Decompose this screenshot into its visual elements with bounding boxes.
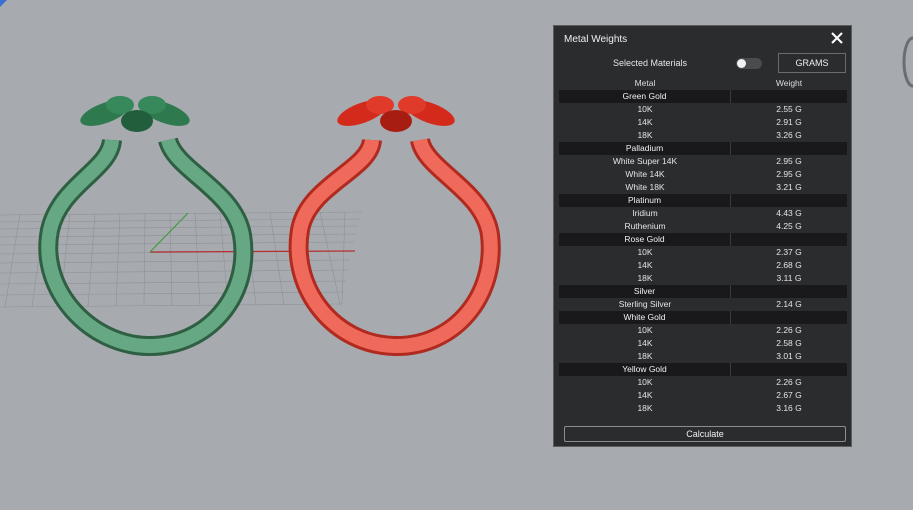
metal-cell: 14K [637, 338, 653, 348]
group-name: Silver [559, 285, 731, 298]
metal-cell: 10K [637, 377, 653, 387]
weight-cell: 2.68 G [776, 260, 802, 270]
metal-cell: 18K [637, 403, 653, 413]
toggle-knob [737, 59, 746, 68]
weight-cell: 2.26 G [776, 325, 802, 335]
selected-materials-label: Selected Materials [613, 58, 688, 68]
metal-cell: 10K [637, 247, 653, 257]
table-row: 18K 3.26 G [559, 129, 847, 142]
weight-cell: 3.26 G [776, 130, 802, 140]
weight-cell: 3.16 G [776, 403, 802, 413]
table-row: White 14K 2.95 G [559, 168, 847, 181]
group-name: Yellow Gold [559, 363, 731, 376]
group-name: White Gold [559, 311, 731, 324]
metal-cell: 14K [637, 260, 653, 270]
weight-cell: 2.91 G [776, 117, 802, 127]
table-row: 18K 3.01 G [559, 350, 847, 363]
metal-cell: Ruthenium [624, 221, 666, 231]
weight-cell: 3.01 G [776, 351, 802, 361]
table-group-row: Yellow Gold [559, 363, 847, 376]
weight-cell: 2.95 G [776, 169, 802, 179]
units-button[interactable]: GRAMS [778, 53, 846, 73]
table-row: White Super 14K 2.95 G [559, 155, 847, 168]
table-row: 10K 2.26 G [559, 324, 847, 337]
metal-cell: 18K [637, 351, 653, 361]
table-group-row: Platinum [559, 194, 847, 207]
calculate-button[interactable]: Calculate [564, 426, 846, 442]
weight-cell: 2.58 G [776, 338, 802, 348]
partial-ring-model[interactable] [902, 36, 913, 88]
metal-cell: White Super 14K [612, 156, 678, 166]
weight-cell: 3.11 G [776, 273, 802, 283]
table-row: Ruthenium 4.25 G [559, 220, 847, 233]
table-row: 18K 3.16 G [559, 402, 847, 415]
table-group-row: Green Gold [559, 90, 847, 103]
metal-cell: 10K [637, 104, 653, 114]
table-group-row: Silver [559, 285, 847, 298]
table-row: Iridium 4.43 G [559, 207, 847, 220]
metal-cell: White 18K [625, 182, 665, 192]
table-row: 10K 2.37 G [559, 246, 847, 259]
table-row: 10K 2.26 G [559, 376, 847, 389]
table-row: 14K 2.67 G [559, 389, 847, 402]
table-row: 14K 2.58 G [559, 337, 847, 350]
weight-cell: 4.43 G [776, 208, 802, 218]
table-group-row: Palladium [559, 142, 847, 155]
column-header-metal: Metal [634, 78, 656, 88]
weight-cell: 2.67 G [776, 390, 802, 400]
weight-cell: 2.37 G [776, 247, 802, 257]
table-row: 14K 2.91 G [559, 116, 847, 129]
weight-cell: 2.55 G [776, 104, 802, 114]
table-row: 10K 2.55 G [559, 103, 847, 116]
group-name: Green Gold [559, 90, 731, 103]
group-name: Platinum [559, 194, 731, 207]
column-header-weight: Weight [775, 78, 803, 88]
table-row: 18K 3.11 G [559, 272, 847, 285]
weight-cell: 2.14 G [776, 299, 802, 309]
table-row: 14K 2.68 G [559, 259, 847, 272]
panel-header: Metal Weights [554, 26, 851, 52]
group-name: Palladium [559, 142, 731, 155]
weight-cell: 4.25 G [776, 221, 802, 231]
red-ring-model[interactable] [288, 95, 501, 357]
table-group-row: White Gold [559, 311, 847, 324]
group-name: Rose Gold [559, 233, 731, 246]
metal-cell: White 14K [625, 169, 665, 179]
weight-cell: 2.95 G [776, 156, 802, 166]
selected-materials-toggle[interactable] [736, 58, 762, 69]
close-icon [831, 32, 843, 44]
metal-weights-panel: Metal Weights Selected Materials GRAMS M… [553, 25, 852, 447]
y-axis [149, 212, 189, 253]
metal-cell: 14K [637, 117, 653, 127]
close-button[interactable] [829, 30, 845, 46]
table-group-row: Rose Gold [559, 233, 847, 246]
table-row: Sterling Silver 2.14 G [559, 298, 847, 311]
metal-cell: 18K [637, 130, 653, 140]
metal-cell: Iridium [632, 208, 658, 218]
weight-cell: 2.26 G [776, 377, 802, 387]
weights-table: Metal Weight Green Gold 10K 2.55 G 14K 2.91 … [559, 77, 847, 415]
panel-title: Metal Weights [564, 34, 628, 45]
metal-cell: 10K [637, 325, 653, 335]
metal-cell: 14K [637, 390, 653, 400]
metal-cell: Sterling Silver [618, 299, 672, 309]
table-row: White 18K 3.21 G [559, 181, 847, 194]
metal-cell: 18K [637, 273, 653, 283]
table-header-row: Metal Weight [559, 77, 847, 90]
weight-cell: 3.21 G [776, 182, 802, 192]
